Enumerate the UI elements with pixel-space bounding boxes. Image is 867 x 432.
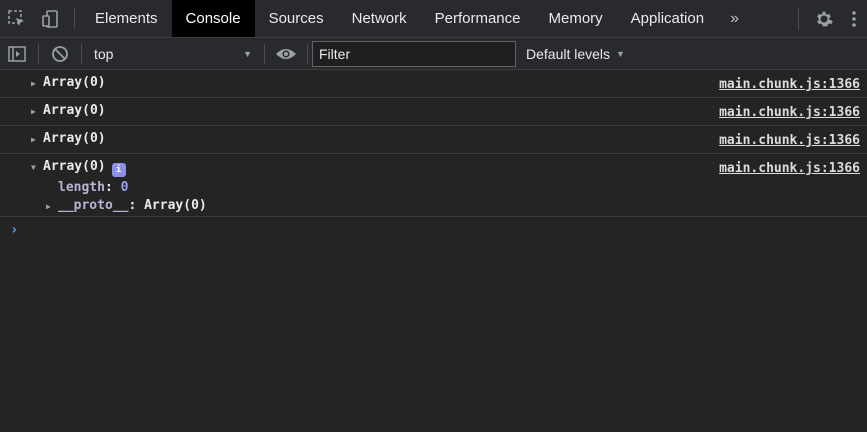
devtools-panel: Elements Console Sources Network Perform… bbox=[0, 0, 867, 432]
console-message[interactable]: ▶ Array(0) main.chunk.js:1366 bbox=[0, 98, 867, 126]
property-value: Array(0) bbox=[144, 198, 207, 213]
tab-network[interactable]: Network bbox=[338, 0, 421, 37]
tab-console[interactable]: Console bbox=[171, 0, 255, 37]
property-length: length: 0 bbox=[33, 180, 867, 195]
dropdown-caret-icon: ▼ bbox=[243, 48, 252, 59]
console-messages: ▶ Array(0) main.chunk.js:1366 ▶ Array(0)… bbox=[0, 70, 867, 238]
show-sidebar-icon[interactable] bbox=[0, 38, 34, 70]
console-prompt[interactable]: › bbox=[0, 217, 867, 238]
divider bbox=[74, 8, 75, 29]
tab-elements[interactable]: Elements bbox=[81, 0, 172, 37]
divider bbox=[307, 43, 308, 64]
expand-triangle-icon[interactable]: ▶ bbox=[46, 202, 51, 211]
divider bbox=[798, 8, 799, 30]
source-link[interactable]: main.chunk.js:1366 bbox=[719, 77, 860, 92]
dropdown-caret-icon: ▼ bbox=[616, 48, 625, 59]
context-value: top bbox=[94, 45, 114, 62]
divider bbox=[81, 43, 82, 64]
divider bbox=[264, 43, 265, 64]
property-value: 0 bbox=[120, 180, 129, 195]
device-toolbar-icon[interactable] bbox=[34, 0, 68, 37]
console-message-expanded[interactable]: ▼ Array(0) i main.chunk.js:1366 length: 0… bbox=[0, 154, 867, 217]
clear-console-icon[interactable] bbox=[43, 38, 77, 70]
property-proto[interactable]: ▶ __proto__: Array(0) bbox=[33, 198, 867, 213]
filter-input[interactable] bbox=[312, 40, 516, 67]
colon: : bbox=[128, 198, 145, 213]
devtools-tabbar: Elements Console Sources Network Perform… bbox=[0, 0, 867, 38]
property-key: length bbox=[58, 180, 105, 195]
more-options-icon[interactable] bbox=[841, 10, 867, 28]
log-levels-label: Default levels bbox=[526, 45, 611, 62]
console-message[interactable]: ▶ Array(0) main.chunk.js:1366 bbox=[0, 70, 867, 98]
console-message[interactable]: ▶ Array(0) main.chunk.js:1366 bbox=[0, 126, 867, 154]
tabbar-right-controls bbox=[790, 0, 867, 38]
live-expression-eye-icon[interactable] bbox=[269, 47, 303, 61]
colon: : bbox=[104, 180, 121, 195]
console-toolbar: top ▼ Default levels ▼ bbox=[0, 38, 867, 70]
source-link[interactable]: main.chunk.js:1366 bbox=[719, 105, 860, 120]
property-key: __proto__ bbox=[58, 198, 129, 213]
expand-triangle-icon[interactable]: ▶ bbox=[31, 135, 36, 144]
inspect-element-icon[interactable] bbox=[0, 0, 34, 37]
source-link[interactable]: main.chunk.js:1366 bbox=[719, 133, 860, 148]
message-text[interactable]: Array(0) bbox=[33, 159, 106, 174]
tab-performance[interactable]: Performance bbox=[421, 0, 535, 37]
expand-triangle-icon[interactable]: ▶ bbox=[31, 107, 36, 116]
message-text[interactable]: Array(0) bbox=[33, 75, 106, 90]
tab-sources[interactable]: Sources bbox=[255, 0, 338, 37]
tab-memory[interactable]: Memory bbox=[535, 0, 617, 37]
expand-triangle-icon[interactable]: ▶ bbox=[31, 79, 36, 88]
collapse-triangle-icon[interactable]: ▼ bbox=[31, 163, 36, 172]
message-text[interactable]: Array(0) bbox=[33, 103, 106, 118]
more-tabs-button[interactable]: » bbox=[718, 0, 751, 37]
source-link[interactable]: main.chunk.js:1366 bbox=[719, 161, 860, 176]
settings-gear-icon[interactable] bbox=[807, 9, 841, 29]
log-levels-dropdown[interactable]: Default levels ▼ bbox=[516, 46, 635, 62]
message-text[interactable]: Array(0) bbox=[33, 131, 106, 146]
tab-application[interactable]: Application bbox=[617, 0, 718, 37]
divider bbox=[38, 43, 39, 64]
info-badge-icon[interactable]: i bbox=[111, 163, 126, 177]
context-selector[interactable]: top ▼ bbox=[86, 42, 260, 66]
